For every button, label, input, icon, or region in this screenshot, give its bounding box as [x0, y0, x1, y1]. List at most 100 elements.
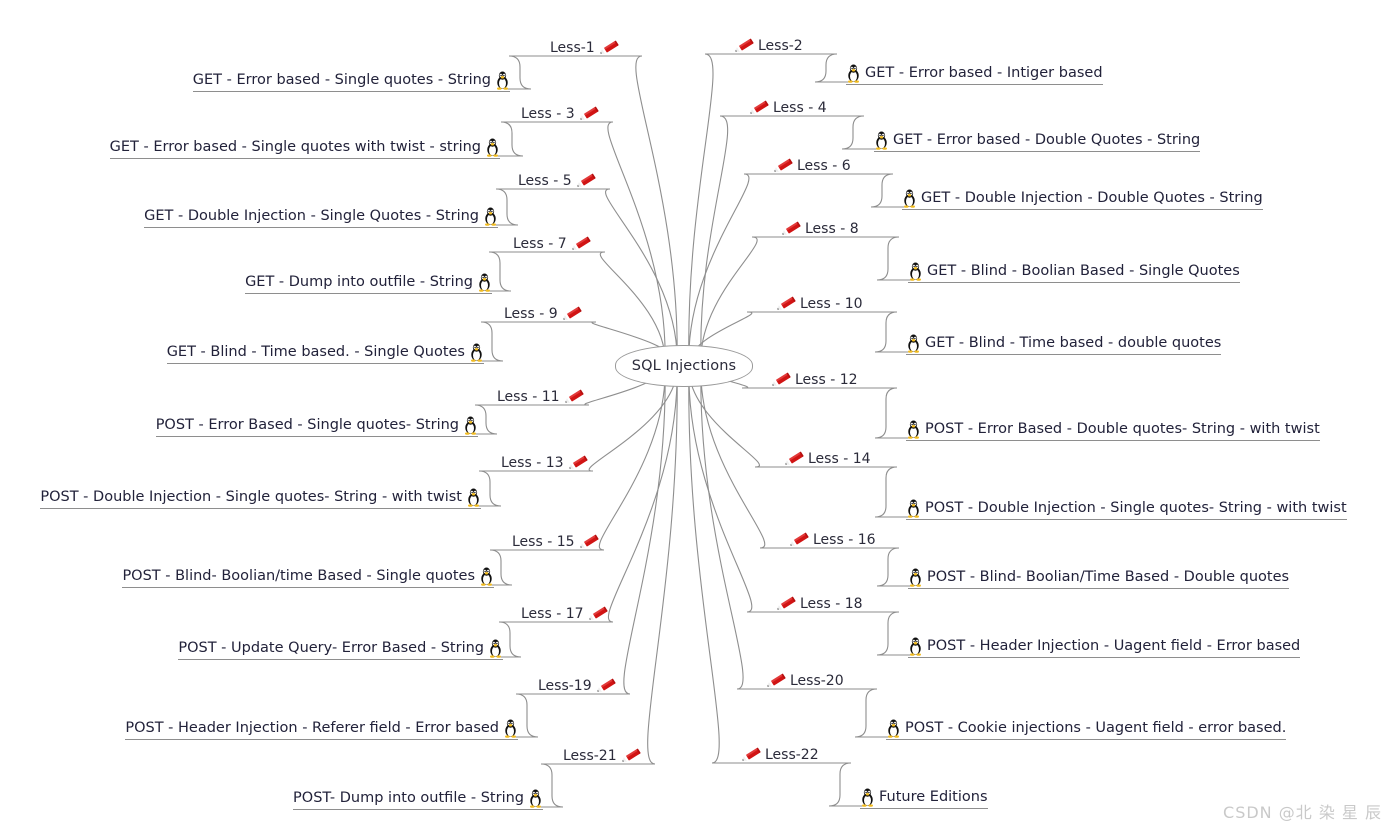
leaf-node[interactable]: Future Editions	[860, 787, 988, 809]
branch-label-less-6[interactable]: Less - 6	[772, 158, 851, 174]
pencil-icon	[780, 221, 802, 237]
branch-label-text: Less - 7	[513, 236, 567, 252]
branch-label-less-18[interactable]: Less - 18	[775, 596, 863, 612]
pencil-icon	[772, 158, 794, 174]
root-node-sql-injections[interactable]: SQL Injections	[615, 345, 753, 387]
pencil-icon	[775, 296, 797, 312]
branch-label-text: Less-2	[758, 38, 803, 54]
branch-label-less-17[interactable]: Less - 17	[521, 606, 609, 622]
leaf-node-text: GET - Double Injection - Single Quotes -…	[144, 208, 479, 224]
branch-label-text: Less - 9	[504, 306, 558, 322]
leaf-node[interactable]: GET - Dump into outfile - String	[245, 272, 492, 294]
leaf-node[interactable]: GET - Error based - Double Quotes - Stri…	[874, 130, 1201, 152]
pencil-icon	[783, 451, 805, 467]
branch-label-less-13[interactable]: Less - 13	[501, 455, 589, 471]
leaf-node-text: GET - Blind - Time based. - Single Quote…	[166, 344, 465, 360]
tux-penguin-icon	[485, 138, 500, 157]
branch-connector	[688, 173, 893, 366]
branch-label-less-9[interactable]: Less - 9	[504, 306, 583, 322]
leaf-node[interactable]: GET - Double Injection - Single Quotes -…	[144, 206, 498, 228]
leaf-node[interactable]: POST - Blind- Boolian/time Based - Singl…	[122, 566, 494, 588]
leaf-node[interactable]: GET - Double Injection - Double Quotes -…	[902, 188, 1263, 210]
leaf-node[interactable]: POST - Error Based - Single quotes- Stri…	[155, 415, 478, 437]
leaf-node-text: POST - Header Injection - Referer field …	[125, 720, 499, 736]
leaf-node[interactable]: POST- Dump into outfile - String	[293, 788, 543, 810]
leaf-node-text: POST - Double Injection - Single quotes-…	[40, 489, 462, 505]
branch-label-less-7[interactable]: Less - 7	[513, 236, 592, 252]
branch-label-less-1[interactable]: Less-1	[550, 40, 620, 56]
leaf-node-text: GET - Blind - Boolian Based - Single Quo…	[927, 263, 1240, 279]
pencil-icon	[765, 673, 787, 689]
watermark: CSDN @北 染 星 辰	[1223, 803, 1382, 822]
branch-label-less-22[interactable]: Less-22	[740, 747, 819, 763]
leaf-node-text: POST - Blind- Boolian/Time Based - Doubl…	[927, 569, 1290, 585]
branch-label-less-20[interactable]: Less-20	[765, 673, 844, 689]
tux-penguin-icon	[886, 719, 901, 738]
leaf-node-text: GET - Blind - Time based - double quotes	[925, 335, 1222, 351]
pencil-icon	[570, 236, 592, 252]
leaf-node[interactable]: GET - Blind - Time based. - Single Quote…	[166, 342, 484, 364]
leaf-node-text: GET - Error based - Single quotes with t…	[109, 139, 481, 155]
branch-label-less-3[interactable]: Less - 3	[521, 106, 600, 122]
pencil-icon	[598, 40, 620, 56]
leaf-node[interactable]: POST - Header Injection - Referer field …	[125, 718, 518, 740]
branch-label-less-5[interactable]: Less - 5	[518, 173, 597, 189]
pencil-icon	[575, 173, 597, 189]
branch-label-less-12[interactable]: Less - 12	[770, 372, 858, 388]
leaf-node[interactable]: POST - Double Injection - Single quotes-…	[906, 498, 1347, 520]
leaf-node[interactable]: POST - Update Query- Error Based - Strin…	[178, 638, 503, 660]
leaf-node[interactable]: POST - Error Based - Double quotes- Stri…	[906, 419, 1320, 441]
branch-label-text: Less - 17	[521, 606, 584, 622]
leaf-node[interactable]: GET - Error based - Intiger based	[846, 63, 1103, 85]
branch-label-text: Less - 16	[813, 532, 876, 548]
tux-penguin-icon	[906, 334, 921, 353]
tux-penguin-icon	[528, 789, 543, 808]
pencil-icon	[587, 606, 609, 622]
branch-label-less-2[interactable]: Less-2	[733, 38, 803, 54]
leaf-node[interactable]: GET - Blind - Time based - double quotes	[906, 333, 1222, 355]
leaf-node[interactable]: GET - Error based - Single quotes with t…	[109, 137, 500, 159]
tux-penguin-icon	[906, 499, 921, 518]
branch-label-less-19[interactable]: Less-19	[538, 678, 617, 694]
tux-penguin-icon	[503, 719, 518, 738]
branch-connector	[688, 364, 851, 764]
branch-label-less-14[interactable]: Less - 14	[783, 451, 871, 467]
leaf-node[interactable]: POST - Header Injection - Uagent field -…	[908, 636, 1301, 658]
leaf-node-text: POST - Header Injection - Uagent field -…	[927, 638, 1301, 654]
leaf-node[interactable]: POST - Blind- Boolian/Time Based - Doubl…	[908, 567, 1290, 589]
branch-label-text: Less-22	[765, 747, 819, 763]
branch-connector	[496, 188, 678, 366]
tux-penguin-icon	[908, 568, 923, 587]
branch-label-text: Less - 15	[512, 534, 575, 550]
branch-label-text: Less - 3	[521, 106, 575, 122]
branch-label-less-16[interactable]: Less - 16	[788, 532, 876, 548]
leaf-node-text: GET - Error based - Single quotes - Stri…	[192, 72, 491, 88]
branch-label-less-10[interactable]: Less - 10	[775, 296, 863, 312]
leaf-node[interactable]: POST - Double Injection - Single quotes-…	[40, 487, 481, 509]
branch-label-less-15[interactable]: Less - 15	[512, 534, 600, 550]
branch-label-text: Less - 8	[805, 221, 859, 237]
leaf-node[interactable]: POST - Cookie injections - Uagent field …	[886, 718, 1287, 740]
branch-connector	[700, 364, 877, 690]
branch-label-less-4[interactable]: Less - 4	[748, 100, 827, 116]
root-node-label: SQL Injections	[631, 358, 737, 374]
leaf-node-text: POST- Dump into outfile - String	[293, 790, 524, 806]
pencil-icon	[775, 596, 797, 612]
branch-connector	[541, 364, 678, 765]
leaf-node-text: GET - Error based - Double Quotes - Stri…	[893, 132, 1201, 148]
pencil-icon	[748, 100, 770, 116]
leaf-node[interactable]: GET - Error based - Single quotes - Stri…	[192, 70, 510, 92]
pencil-icon	[561, 306, 583, 322]
pencil-icon	[620, 748, 642, 764]
branch-label-text: Less - 4	[773, 100, 827, 116]
branch-label-less-21[interactable]: Less-21	[563, 748, 642, 764]
branch-label-less-11[interactable]: Less - 11	[497, 389, 585, 405]
leaf-node-text: GET - Dump into outfile - String	[245, 274, 473, 290]
leaf-node[interactable]: GET - Blind - Boolian Based - Single Quo…	[908, 261, 1240, 283]
branch-connector	[700, 115, 864, 366]
leaf-node-text: GET - Error based - Intiger based	[865, 65, 1103, 81]
leaf-node-text: POST - Blind- Boolian/time Based - Singl…	[122, 568, 475, 584]
branch-label-less-8[interactable]: Less - 8	[780, 221, 859, 237]
branch-label-text: Less - 11	[497, 389, 560, 405]
branch-label-text: Less-19	[538, 678, 592, 694]
